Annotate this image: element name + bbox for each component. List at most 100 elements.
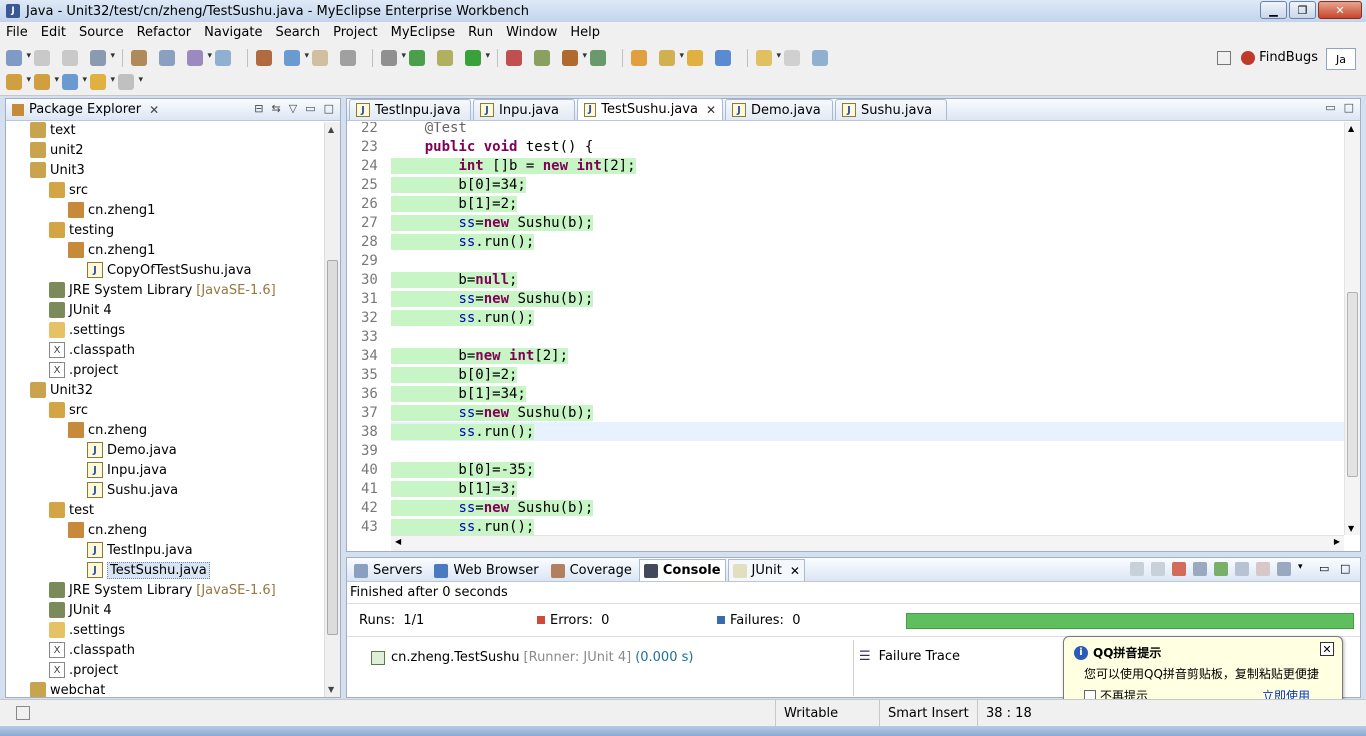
tree-item[interactable]: text [30, 122, 76, 140]
tab-coverage[interactable]: Coverage [546, 559, 637, 581]
result-trace-divider[interactable] [853, 640, 854, 696]
rerun-test-icon[interactable] [1214, 562, 1228, 576]
toolbar-tool-21-icon[interactable] [631, 50, 647, 66]
tab-web-browser[interactable]: Web Browser [429, 559, 543, 581]
view-menu-icon[interactable]: ▾ [1298, 562, 1312, 576]
toolbar-tool-4-icon[interactable] [90, 50, 115, 66]
toolbar-tool-17-icon[interactable] [506, 50, 522, 66]
tree-item[interactable]: J CopyOfTestSushu.java [87, 260, 252, 280]
maximize-panel-icon[interactable]: □ [1340, 562, 1354, 576]
code-line[interactable]: 30 b=null; [361, 270, 518, 289]
code-line[interactable]: 33 [361, 327, 391, 346]
code-line[interactable]: 43 ss.run(); [361, 517, 535, 535]
menu-navigate[interactable]: Navigate [204, 25, 262, 40]
tree-item[interactable]: J TestInpu.java [87, 540, 193, 560]
menu-source[interactable]: Source [79, 25, 124, 40]
code-line[interactable]: 34 b=new int[2]; [361, 346, 569, 365]
toolbar-tool-1-icon[interactable] [6, 50, 31, 66]
tree-item[interactable]: cn.zheng [68, 420, 147, 440]
maximize-view-icon[interactable]: □ [324, 102, 334, 115]
minimize-panel-icon[interactable]: ▭ [1319, 562, 1333, 576]
tree-item[interactable]: J Sushu.java [87, 480, 178, 500]
previous-annotation-icon[interactable] [34, 74, 59, 90]
editor-tab[interactable]: J TestInpu.java [349, 99, 471, 120]
code-line[interactable]: 25 b[0]=34; [361, 175, 526, 194]
tree-item[interactable]: JRE System Library [JavaSE-1.6] [49, 280, 276, 300]
tree-item[interactable]: J TestSushu.java [87, 560, 210, 580]
tree-item[interactable]: unit2 [30, 140, 83, 160]
close-view-icon[interactable]: ✕ [149, 103, 159, 117]
minimize-button[interactable]: ▁ [1260, 1, 1287, 19]
next-failure-icon[interactable] [1130, 562, 1144, 576]
history-icon[interactable] [1277, 562, 1291, 576]
menu-help[interactable]: Help [570, 25, 600, 40]
menu-myeclipse[interactable]: MyEclipse [391, 25, 456, 40]
tab-servers[interactable]: Servers [349, 559, 427, 581]
code-line[interactable]: 24 int []b = new int[2]; [361, 156, 636, 175]
view-menu-icon[interactable]: ▽ [289, 102, 297, 115]
code-line[interactable]: 37 ss=new Sushu(b); [361, 403, 594, 422]
close-tab-icon[interactable]: ✕ [790, 564, 800, 578]
code-line[interactable]: 42 ss=new Sushu(b); [361, 498, 594, 517]
toolbar-tool-13-icon[interactable] [381, 50, 406, 66]
code-line[interactable]: 36 b[1]=34; [361, 384, 526, 403]
editor-horizontal-scrollbar[interactable]: ◀ ▶ [391, 535, 1344, 551]
toolbar-tool-3-icon[interactable] [62, 50, 78, 66]
test-result-item[interactable]: cn.zheng.TestSushu [Runner: JUnit 4] (0.… [371, 650, 693, 665]
menu-run[interactable]: Run [468, 25, 493, 40]
close-tab-icon[interactable]: ✕ [706, 103, 716, 117]
toolbar-tool-25-icon[interactable] [756, 50, 781, 66]
minimize-editor-icon[interactable]: ▭ [1325, 101, 1335, 114]
code-line[interactable]: 38 ss.run(); [361, 422, 535, 441]
toolbar-tool-12-icon[interactable] [340, 50, 356, 66]
tree-item[interactable]: webchat [30, 680, 105, 697]
tree-item[interactable]: test [49, 500, 94, 520]
scroll-down-icon[interactable]: ▼ [1348, 524, 1354, 533]
fast-view-icon[interactable] [16, 706, 30, 720]
menu-edit[interactable]: Edit [41, 25, 66, 40]
toolbar-tool-22-icon[interactable] [659, 50, 684, 66]
editor-tab[interactable]: J Sushu.java [835, 99, 947, 120]
code-line[interactable]: 22 @Test [361, 122, 467, 137]
next-annotation-icon[interactable] [6, 74, 31, 90]
tree-item[interactable]: cn.zheng1 [68, 200, 155, 220]
toolbar-tool-20-icon[interactable] [590, 50, 606, 66]
tree-item[interactable]: testing [49, 220, 114, 240]
tree-item[interactable]: JUnit 4 [49, 600, 112, 620]
toolbar-tool-6-icon[interactable] [159, 50, 175, 66]
code-line[interactable]: 32 ss.run(); [361, 308, 535, 327]
menu-project[interactable]: Project [333, 25, 377, 40]
scroll-right-icon[interactable]: ▶ [1334, 537, 1340, 546]
toolbar-tool-26-icon[interactable] [784, 50, 800, 66]
toolbar-tool-19-icon[interactable] [562, 50, 587, 66]
back-icon[interactable] [90, 74, 115, 90]
java-perspective-button[interactable]: Ja [1326, 48, 1356, 70]
tree-item[interactable]: X .project [49, 360, 118, 380]
collapse-all-icon[interactable]: ⊟ [254, 102, 263, 115]
code-line[interactable]: 40 b[0]=-35; [361, 460, 535, 479]
toolbar-tool-9-icon[interactable] [256, 50, 272, 66]
code-line[interactable]: 26 b[1]=2; [361, 194, 518, 213]
editor-scrollbar-thumb[interactable] [1347, 292, 1358, 477]
menu-refactor[interactable]: Refactor [137, 25, 192, 40]
code-line[interactable]: 35 b[0]=2; [361, 365, 518, 384]
scroll-left-icon[interactable]: ◀ [395, 537, 401, 546]
scroll-up-icon[interactable]: ▲ [1348, 124, 1354, 133]
toolbar-tool-15-icon[interactable] [437, 50, 453, 66]
tree-item[interactable]: .settings [49, 320, 125, 340]
tree-item[interactable]: X .project [49, 660, 118, 680]
scroll-lock-icon[interactable] [1193, 562, 1207, 576]
toolbar-tool-27-icon[interactable] [812, 50, 828, 66]
toolbar-tool-16-icon[interactable] [465, 50, 490, 66]
toolbar-tool-14-icon[interactable] [409, 50, 425, 66]
toolbar-tool-10-icon[interactable] [284, 50, 309, 66]
code-line[interactable]: 28 ss.run(); [361, 232, 535, 251]
minimize-view-icon[interactable]: ▭ [305, 102, 315, 115]
tree-item[interactable]: .settings [49, 620, 125, 640]
findbugs-perspective[interactable]: FindBugs [1217, 50, 1318, 65]
tree-item[interactable]: src [49, 180, 88, 200]
maximize-button[interactable]: ❐ [1289, 1, 1316, 19]
toolbar-tool-2-icon[interactable] [34, 50, 50, 66]
show-failures-only-icon[interactable] [1172, 562, 1186, 576]
close-button[interactable]: ✕ [1318, 1, 1362, 19]
